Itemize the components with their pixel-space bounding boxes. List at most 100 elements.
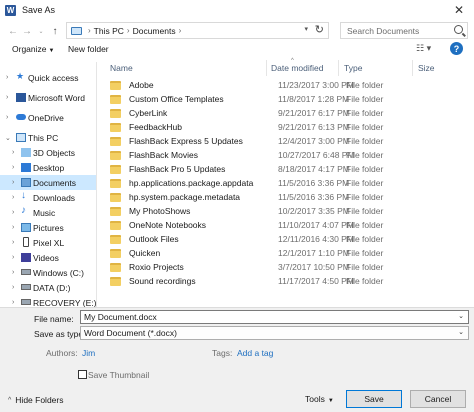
expand-arrow-icon[interactable]: ⌄ [5, 134, 11, 142]
nav-item-onedrive[interactable]: › OneDrive [0, 110, 96, 125]
nav-item-downloads[interactable]: › ↓ Downloads [0, 190, 96, 205]
column-header-name[interactable]: Name [110, 60, 133, 76]
save-button[interactable]: Save [346, 390, 402, 408]
chevron-right-icon: › [88, 26, 91, 35]
search-input[interactable]: Search Documents [340, 22, 468, 39]
folder-icon [110, 277, 121, 286]
breadcrumb-documents[interactable]: Documents [133, 26, 176, 36]
cloud-icon [16, 114, 26, 120]
address-bar[interactable]: › This PC › Documents › ▾ ↻ [66, 22, 329, 39]
folder-icon [110, 165, 121, 174]
breadcrumb-this-pc[interactable]: This PC [94, 26, 124, 36]
close-button[interactable]: ✕ [444, 0, 474, 20]
save-thumbnail-label: Save Thumbnail [88, 370, 150, 380]
chevron-down-icon[interactable]: ⌄ [458, 312, 464, 320]
file-row-quicken[interactable]: Quicken 12/1/2017 1:10 PM File folder [106, 246, 462, 261]
chevron-down-icon[interactable]: ⌄ [458, 328, 464, 336]
view-options-icon[interactable]: ☷ ▾ [416, 43, 431, 54]
pane-divider[interactable] [96, 62, 97, 307]
expand-arrow-icon[interactable]: › [12, 254, 14, 261]
documents-icon [21, 178, 31, 187]
nav-item-microsoft-word[interactable]: › Microsoft Word [0, 90, 96, 105]
file-row-feedbackhub[interactable]: FeedbackHub 9/21/2017 6:13 PM File folde… [106, 120, 462, 135]
command-toolbar: Organize ▼ New folder ☷ ▾ ? [0, 42, 474, 58]
folder-icon [110, 151, 121, 160]
tools-button[interactable]: Tools ▼ [305, 394, 334, 404]
file-row-hp-system-package-metadata[interactable]: hp.system.package.metadata 11/5/2016 3:3… [106, 190, 462, 205]
nav-item-videos[interactable]: › Videos [0, 250, 96, 265]
save-thumbnail-checkbox[interactable] [78, 370, 87, 379]
file-row-outlook-files[interactable]: Outlook Files 12/11/2016 4:30 PM File fo… [106, 232, 462, 247]
file-row-flashback-express-5-updates[interactable]: FlashBack Express 5 Updates 12/4/2017 3:… [106, 134, 462, 149]
save-options-panel: File name: My Document.docx ⌄ Save as ty… [0, 307, 474, 412]
drive-icon [21, 284, 31, 290]
hide-folders-button[interactable]: ^ Hide Folders [8, 395, 63, 405]
help-icon[interactable]: ? [450, 42, 463, 55]
nav-item-recovery-e[interactable]: › RECOVERY (E:) [0, 295, 96, 308]
file-row-my-photoshows[interactable]: My PhotoShows 10/2/2017 3:35 PM File fol… [106, 204, 462, 219]
expand-arrow-icon[interactable]: › [12, 209, 14, 216]
expand-arrow-icon[interactable]: › [12, 284, 14, 291]
column-divider[interactable] [412, 60, 413, 76]
expand-arrow-icon[interactable]: › [12, 224, 14, 231]
expand-arrow-icon[interactable]: › [12, 179, 14, 186]
folder-icon [110, 123, 121, 132]
forward-button[interactable]: → [20, 22, 34, 40]
file-row-roxio-projects[interactable]: Roxio Projects 3/7/2017 10:50 PM File fo… [106, 260, 462, 275]
search-icon [454, 25, 463, 34]
file-name-input[interactable]: My Document.docx ⌄ [80, 310, 469, 324]
tags-input[interactable]: Add a tag [237, 348, 273, 358]
file-row-adobe[interactable]: Adobe 11/23/2017 3:00 PM File folder [106, 78, 462, 93]
file-row-cyberlink[interactable]: CyberLink 9/21/2017 6:17 PM File folder [106, 106, 462, 121]
file-row-flashback-movies[interactable]: FlashBack Movies 10/27/2017 6:48 PM File… [106, 148, 462, 163]
expand-arrow-icon[interactable]: › [12, 269, 14, 276]
expand-arrow-icon[interactable]: › [12, 149, 14, 156]
refresh-icon[interactable]: ↻ [315, 23, 324, 36]
expand-arrow-icon[interactable]: › [6, 114, 8, 121]
save-type-select[interactable]: Word Document (*.docx) ⌄ [80, 326, 469, 340]
organize-button[interactable]: Organize ▼ [12, 44, 54, 54]
file-row-onenote-notebooks[interactable]: OneNote Notebooks 11/10/2017 4:07 PM Fil… [106, 218, 462, 233]
file-row-flashback-pro-5-updates[interactable]: FlashBack Pro 5 Updates 8/18/2017 4:17 P… [106, 162, 462, 177]
nav-item-windows-c[interactable]: › Windows (C:) [0, 265, 96, 280]
expand-arrow-icon[interactable]: › [6, 74, 8, 81]
column-divider[interactable] [338, 60, 339, 76]
file-row-hp-applications-package-appdata[interactable]: hp.applications.package.appdata 11/5/201… [106, 176, 462, 191]
column-divider[interactable] [266, 60, 267, 76]
column-header-date[interactable]: Date modified [271, 60, 323, 76]
expand-arrow-icon[interactable]: › [12, 194, 14, 201]
cancel-button[interactable]: Cancel [410, 390, 466, 408]
recent-locations-chevron-icon[interactable]: ⌄ [34, 22, 48, 40]
expand-arrow-icon[interactable]: › [12, 164, 14, 171]
folder-icon [110, 193, 121, 202]
expand-arrow-icon[interactable]: › [12, 299, 14, 306]
nav-item-data-d[interactable]: › DATA (D:) [0, 280, 96, 295]
navigation-bar: ← → ⌄ ↑ › This PC › Documents › ▾ ↻ Sear… [0, 20, 474, 42]
nav-item-this-pc[interactable]: ⌄ This PC [0, 130, 96, 145]
file-row-sound-recordings[interactable]: Sound recordings 11/17/2017 4:50 PM File… [106, 274, 462, 289]
column-header-size[interactable]: Size [418, 60, 435, 76]
music-icon: ♪ [21, 205, 26, 216]
expand-arrow-icon[interactable]: › [12, 239, 14, 246]
address-dropdown-icon[interactable]: ▾ [304, 25, 308, 33]
authors-value[interactable]: Jim [82, 348, 95, 358]
expand-arrow-icon[interactable]: › [6, 94, 8, 101]
nav-item-desktop[interactable]: › Desktop [0, 160, 96, 175]
back-button[interactable]: ← [6, 22, 20, 40]
authors-label: Authors: [46, 348, 78, 358]
nav-item-quick-access[interactable]: › ★ Quick access [0, 70, 96, 85]
nav-item-documents[interactable]: › Documents [0, 175, 96, 190]
up-button[interactable]: ↑ [48, 22, 62, 40]
nav-item-pixel-xl[interactable]: › Pixel XL [0, 235, 96, 250]
nav-item-pictures[interactable]: › Pictures [0, 220, 96, 235]
videos-icon [21, 253, 31, 262]
chevron-down-icon: ▼ [48, 48, 55, 54]
file-row-custom-office-templates[interactable]: Custom Office Templates 11/8/2017 1:28 P… [106, 92, 462, 107]
nav-item-3d-objects[interactable]: › 3D Objects [0, 145, 96, 160]
folder-icon [110, 221, 121, 230]
column-header-type[interactable]: Type [344, 60, 362, 76]
nav-item-music[interactable]: › ♪ Music [0, 205, 96, 220]
folder-icon [110, 95, 121, 104]
search-placeholder: Search Documents [347, 25, 420, 36]
new-folder-button[interactable]: New folder [68, 44, 109, 54]
